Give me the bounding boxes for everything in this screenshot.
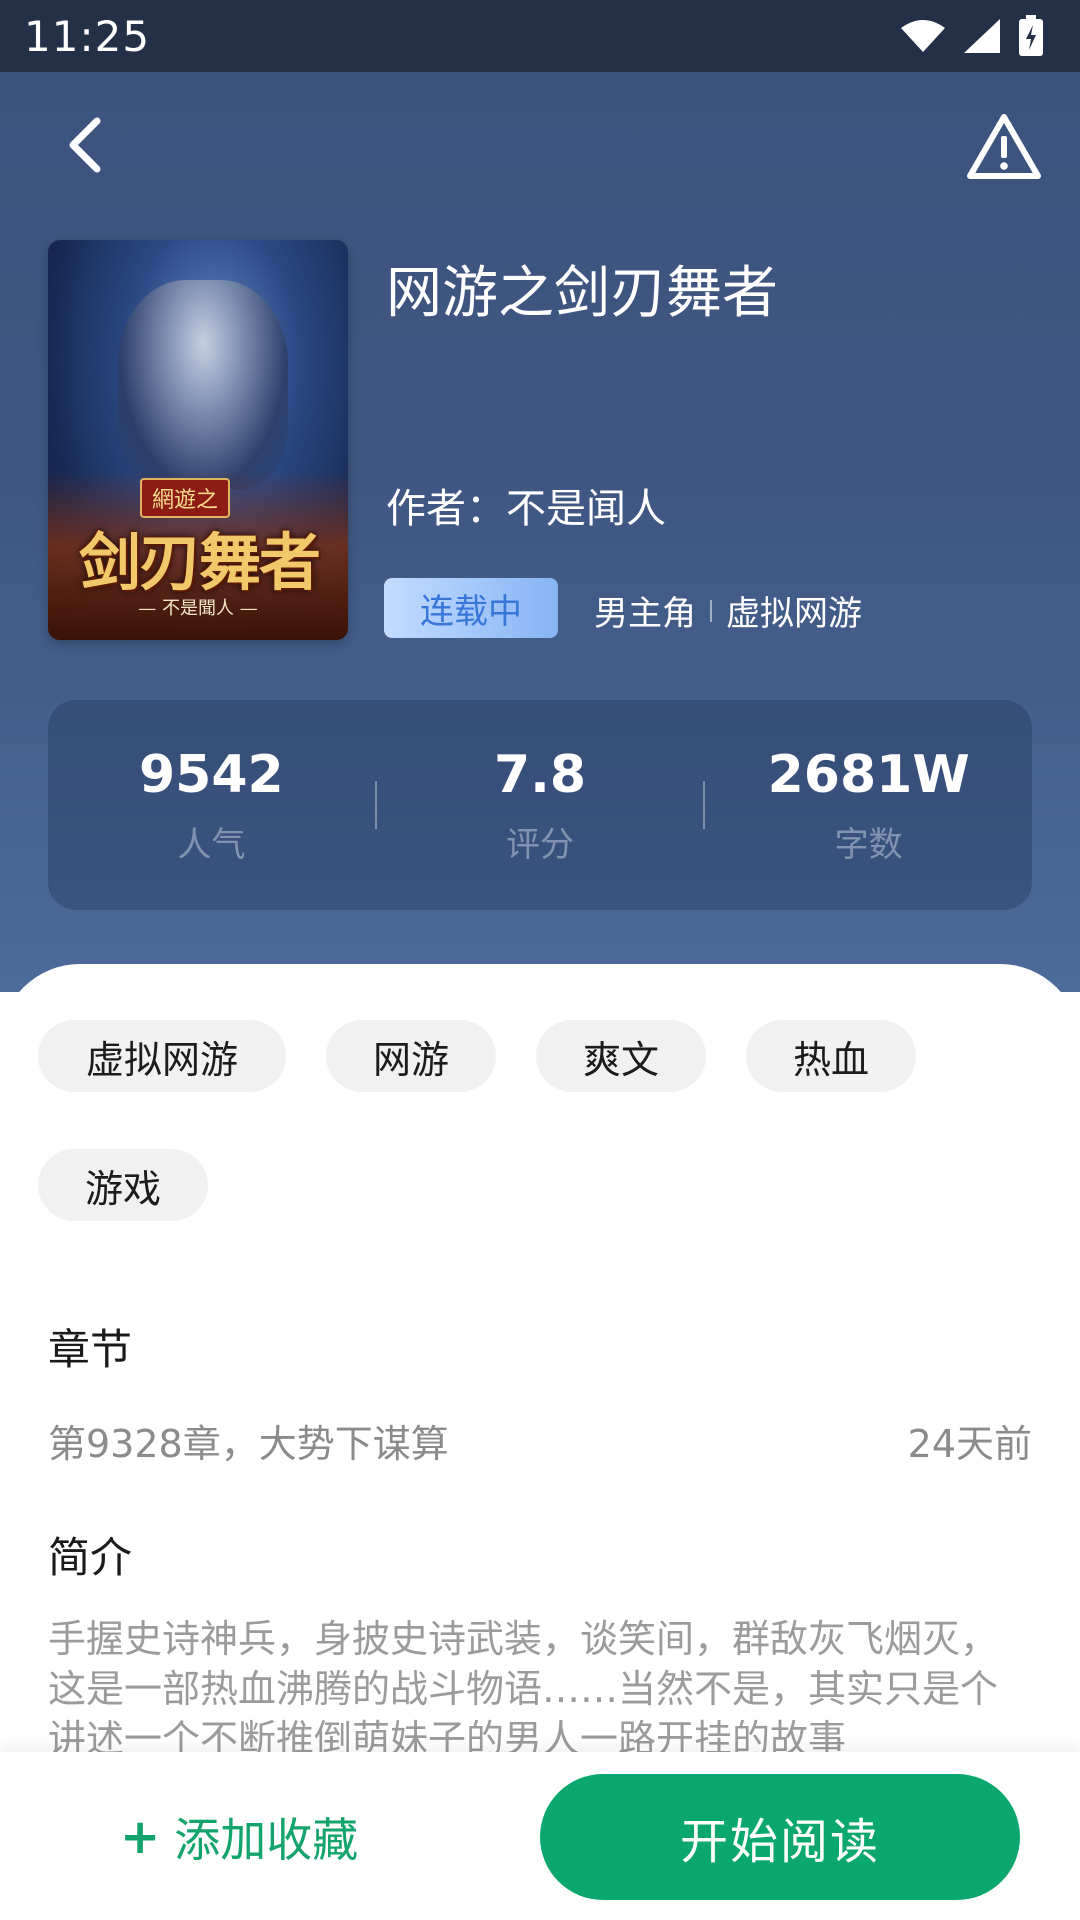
stat-value: 9542 [138, 744, 284, 805]
book-title: 网游之剑刃舞者 [386, 261, 778, 326]
synopsis-text: 手握史诗神兵，身披史诗武装，谈笑间，群敌灰飞烟灭，这是一部热血沸腾的战斗物语……… [48, 1617, 999, 1752]
wifi-icon [901, 20, 945, 52]
start-reading-button[interactable]: 开始阅读 [540, 1774, 1020, 1900]
stat-label: 人气 [177, 824, 246, 865]
battery-icon [1019, 15, 1043, 56]
latest-chapter-link[interactable]: 第9328章，大势下谋算 [48, 1413, 449, 1468]
tag-chip[interactable]: 游戏 [38, 1149, 208, 1221]
plus-icon: + [120, 1809, 161, 1865]
book-author[interactable]: 作者：不是闻人 [386, 476, 666, 534]
stat-value: 2681W [767, 744, 970, 805]
status-icons [900, 15, 1044, 57]
stat-label: 字数 [834, 824, 903, 865]
serial-status-badge: 连载中 [384, 578, 558, 638]
tag-chip[interactable]: 网游 [326, 1020, 496, 1092]
tag-chip[interactable]: 虚拟网游 [38, 1020, 286, 1092]
status-time: 11:25 [24, 11, 151, 61]
stat-word-count: 2681W 字数 [705, 745, 1032, 866]
stat-popularity: 9542 人气 [48, 745, 375, 866]
stats-card: 9542 人气 7.8 评分 2681W 字数 [48, 700, 1032, 910]
cover-title: 剑刃舞者 [78, 526, 321, 599]
chevron-left-icon [69, 117, 101, 173]
chapter-heading: 章节 [48, 1325, 133, 1374]
genre-list: 男主角 虚拟网游 [594, 586, 862, 635]
stat-rating: 7.8 评分 [377, 745, 704, 866]
genre-divider [710, 599, 712, 622]
warning-icon [967, 114, 1041, 179]
cover-artwork [118, 280, 288, 490]
status-bar: 11:25 [0, 0, 1080, 72]
cover-author: — 不是聞人 — [138, 598, 258, 619]
report-button[interactable] [964, 106, 1044, 186]
tag-chip[interactable]: 热血 [746, 1020, 916, 1092]
stat-label: 评分 [506, 824, 574, 865]
stat-value: 7.8 [493, 744, 587, 805]
synopsis-heading: 简介 [48, 1533, 133, 1582]
add-to-favorites-label: 添加收藏 [174, 1813, 359, 1867]
genre-label: 男主角 [594, 594, 696, 634]
tag-chip[interactable]: 爽文 [536, 1020, 706, 1092]
bottom-action-bar: + 添加收藏 开始阅读 [0, 1752, 1080, 1920]
book-cover[interactable]: 網遊之 剑刃舞者 — 不是聞人 — [48, 240, 348, 640]
chapter-updated-time: 24天前 [907, 1422, 1032, 1466]
back-button[interactable] [50, 110, 120, 180]
signal-icon [964, 19, 1000, 53]
genre-label: 虚拟网游 [726, 594, 862, 634]
add-to-favorites-button[interactable]: + 添加收藏 [120, 1802, 358, 1872]
